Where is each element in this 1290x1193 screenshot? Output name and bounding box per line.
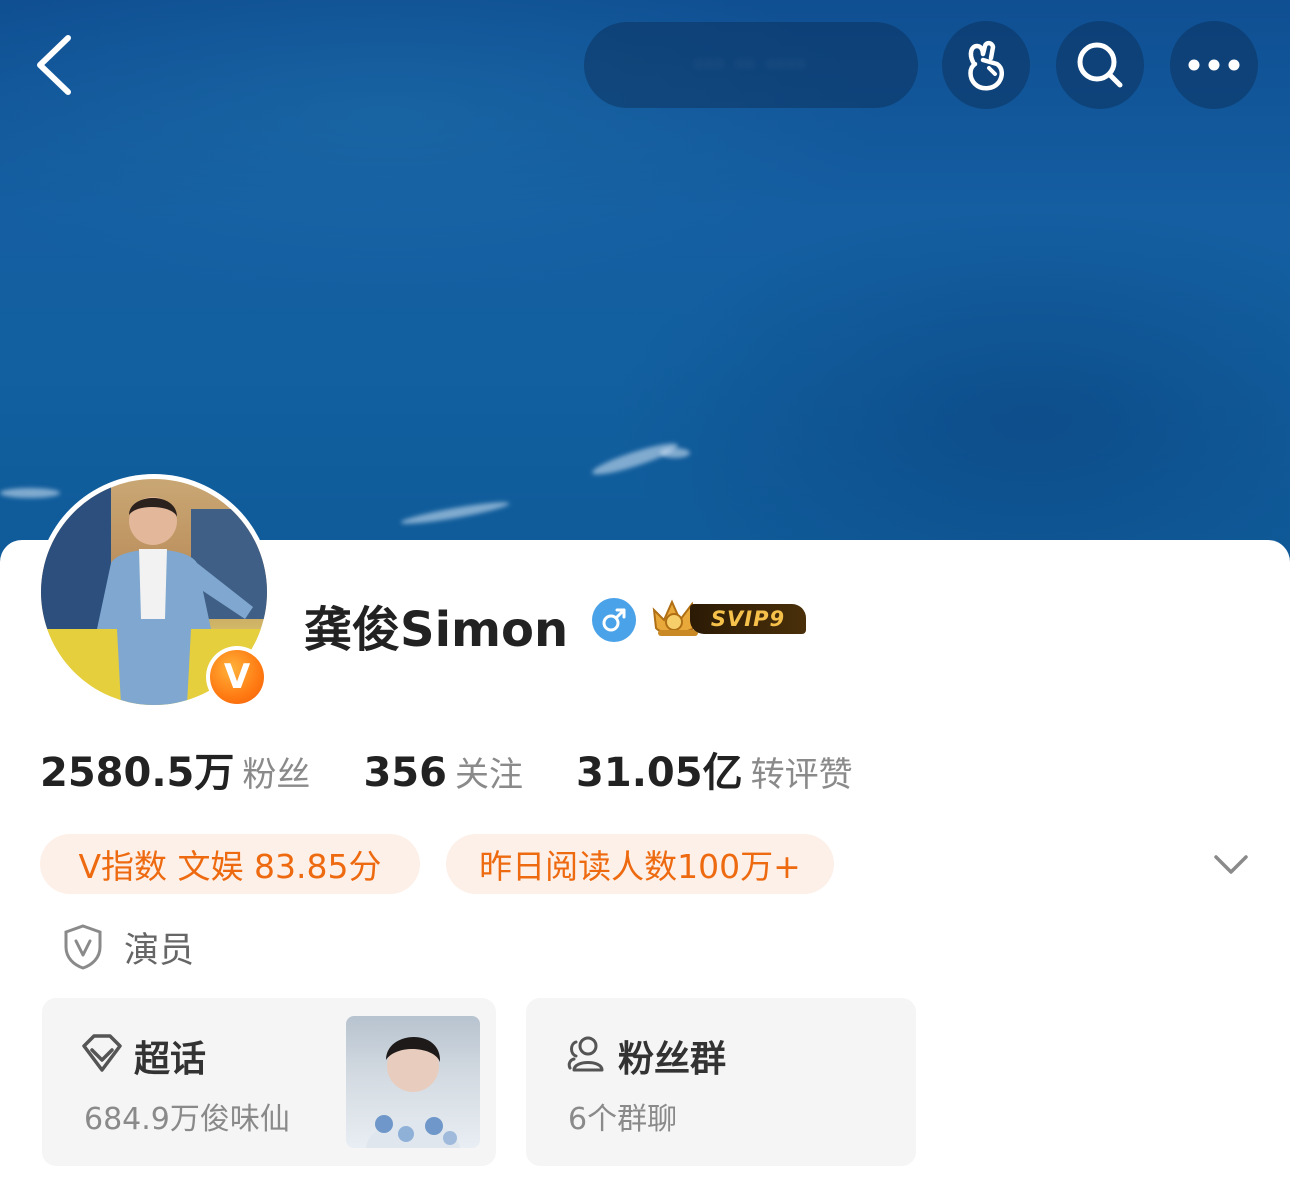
svip-badge[interactable]: SVIP9 (650, 596, 810, 642)
stat-followers[interactable]: 2580.5万 粉丝 (40, 740, 310, 798)
diamond-icon (82, 1034, 122, 1072)
thumbnail-portrait-illustration (366, 1037, 460, 1148)
tag-v-index[interactable]: V指数 文娱 83.85分 (40, 834, 420, 894)
search-button[interactable] (1056, 21, 1144, 109)
like-gesture-button[interactable] (942, 21, 1030, 109)
search-icon (1077, 42, 1123, 88)
more-dots-icon (1188, 59, 1240, 71)
stat-label: 转评赞 (750, 755, 853, 795)
stats-row: 2580.5万 粉丝 356 关注 31.05亿 转评赞 (40, 740, 901, 800)
back-button[interactable] (22, 30, 86, 100)
svip-label: SVIP9 (690, 604, 806, 634)
fan-group-title: 粉丝群 (618, 1039, 727, 1080)
verified-shield-icon (64, 924, 102, 970)
male-symbol (602, 608, 626, 632)
header-title-pill[interactable]: ··· ·· ···· (584, 22, 918, 108)
stat-value: 31.05亿 (576, 750, 743, 796)
banner-cloud (590, 438, 680, 480)
verified-v-icon: V (210, 650, 264, 704)
male-icon (592, 598, 636, 642)
banner-cloud (0, 488, 60, 498)
chevron-left-icon (37, 35, 71, 95)
banner-cloud (660, 448, 690, 458)
supertopic-thumbnail (346, 1016, 480, 1148)
expand-button[interactable] (1206, 840, 1256, 890)
finger-heart-icon (968, 40, 1004, 91)
supertopic-title: 超话 (134, 1039, 207, 1080)
stat-following[interactable]: 356 关注 (363, 747, 523, 796)
chevron-down-icon (1214, 855, 1248, 874)
occupation-row: 演员 (62, 920, 194, 974)
profile-name: 龚俊Simon (304, 602, 569, 658)
supertopic-tile[interactable]: 超话 684.9万俊味仙 (42, 998, 496, 1166)
header-title-blurred: ··· ·· ···· (694, 50, 808, 80)
tag-daily-readers[interactable]: 昨日阅读人数100万+ (446, 834, 834, 894)
supertopic-subtitle: 684.9万俊味仙 (84, 1102, 290, 1137)
banner-cloud (399, 498, 511, 528)
fan-group-subtitle: 6个群聊 (568, 1102, 678, 1137)
fan-group-tile[interactable]: 粉丝群 6个群聊 (526, 998, 916, 1166)
more-button[interactable] (1170, 21, 1258, 109)
occupation-text: 演员 (124, 930, 195, 971)
stat-value: 2580.5万 (40, 750, 235, 796)
group-icon (567, 1036, 604, 1072)
stat-value: 356 (363, 750, 447, 796)
stat-interactions[interactable]: 31.05亿 转评赞 (576, 740, 853, 798)
stat-label: 粉丝 (242, 755, 311, 795)
verified-badge: V (206, 646, 268, 708)
stat-label: 关注 (454, 755, 523, 795)
